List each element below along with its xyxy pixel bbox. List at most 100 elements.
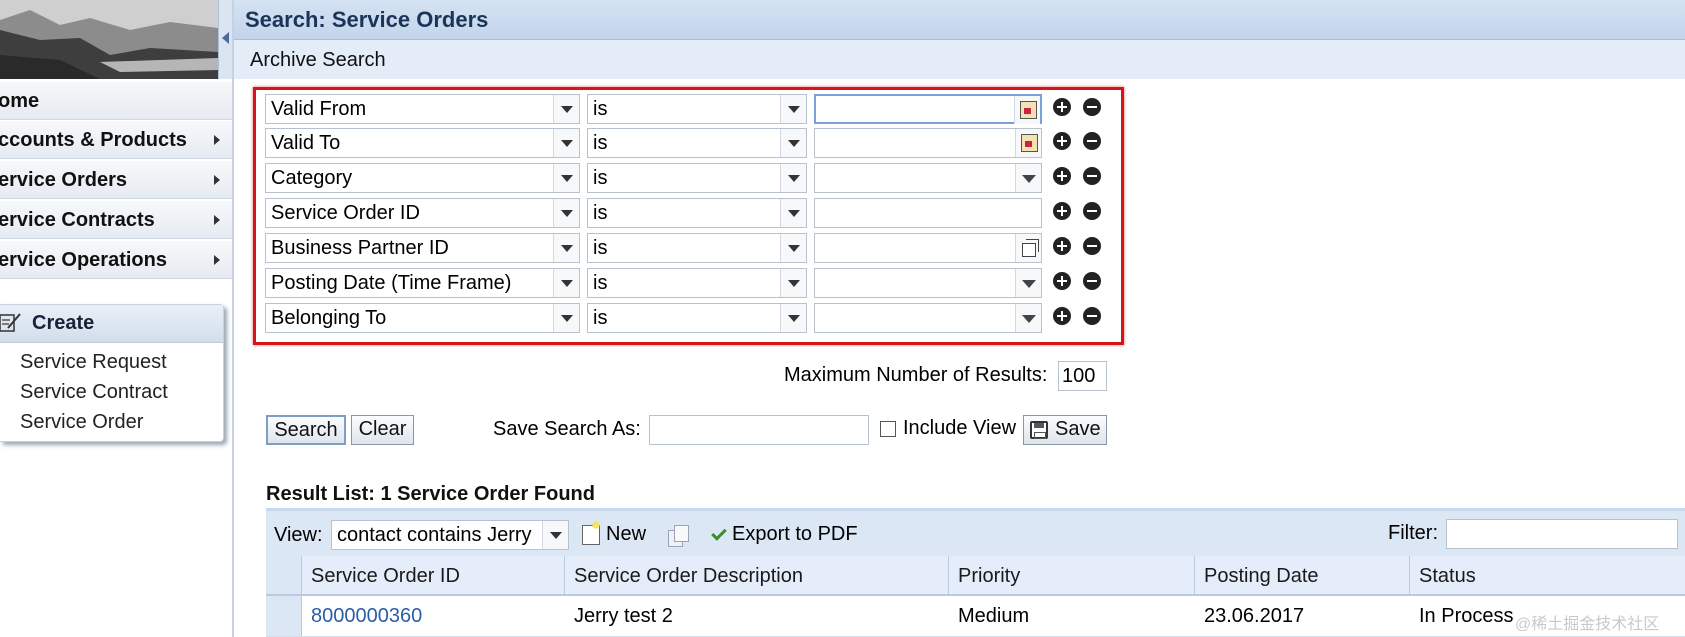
- criteria-operator-dropdown[interactable]: is: [587, 94, 807, 124]
- add-row-icon[interactable]: [1053, 202, 1071, 220]
- create-service-contract-link[interactable]: Service Contract: [0, 377, 223, 407]
- criteria-field-dropdown[interactable]: Belonging To: [265, 303, 580, 333]
- criteria-operator-dropdown[interactable]: is: [587, 303, 807, 333]
- export-to-pdf-button[interactable]: Export to PDF: [710, 523, 858, 546]
- remove-row-icon[interactable]: [1083, 237, 1101, 255]
- chevron-down-icon[interactable]: [553, 304, 579, 332]
- remove-row-icon[interactable]: [1083, 272, 1101, 290]
- add-row-icon[interactable]: [1053, 98, 1071, 116]
- collapse-arrow-icon: [222, 32, 229, 44]
- criteria-operator-dropdown[interactable]: is: [587, 233, 807, 263]
- view-dropdown[interactable]: contact contains Jerry: [331, 520, 569, 550]
- create-service-order-link[interactable]: Service Order: [0, 407, 223, 437]
- criteria-value-input[interactable]: [814, 233, 1042, 263]
- nav-item-service-orders[interactable]: ervice Orders: [0, 161, 232, 199]
- criteria-field-dropdown[interactable]: Valid From: [265, 94, 580, 124]
- remove-row-icon[interactable]: [1083, 202, 1101, 220]
- description-cell: Jerry test 2: [574, 605, 673, 627]
- value-help-icon[interactable]: [1015, 234, 1041, 262]
- criteria-operator-dropdown[interactable]: is: [587, 163, 807, 193]
- criteria-value-dropdown[interactable]: [814, 268, 1042, 298]
- criteria-value-dropdown[interactable]: [814, 303, 1042, 333]
- chevron-down-icon[interactable]: [553, 199, 579, 227]
- criteria-operator-dropdown[interactable]: is: [587, 198, 807, 228]
- nav-item-service-contracts[interactable]: ervice Contracts: [0, 201, 232, 239]
- add-row-icon[interactable]: [1053, 167, 1071, 185]
- chevron-down-icon[interactable]: [780, 95, 806, 123]
- chevron-down-icon[interactable]: [553, 95, 579, 123]
- select-all-column[interactable]: [266, 556, 302, 594]
- chevron-down-icon[interactable]: [542, 521, 568, 549]
- new-button[interactable]: New: [582, 520, 647, 546]
- chevron-down-icon[interactable]: [780, 199, 806, 227]
- column-header-priority[interactable]: Priority: [949, 556, 1195, 594]
- max-results-label: Maximum Number of Results:: [784, 364, 1048, 386]
- column-header-description[interactable]: Service Order Description: [565, 556, 949, 594]
- create-service-request-link[interactable]: Service Request: [0, 347, 223, 377]
- row-selector[interactable]: [266, 596, 302, 636]
- criteria-value-input[interactable]: [814, 198, 1042, 228]
- include-view-checkbox[interactable]: [880, 421, 896, 437]
- criteria-operator-value: is: [593, 237, 608, 259]
- criteria-operator-dropdown[interactable]: is: [587, 128, 807, 158]
- column-header-posting-date[interactable]: Posting Date: [1195, 556, 1410, 594]
- checkmark-icon: [711, 525, 727, 541]
- table-row: 8000000360 Jerry test 2 Medium 23.06.201…: [266, 596, 1685, 637]
- collapse-nav-handle[interactable]: [218, 0, 232, 79]
- view-label: View:: [274, 524, 323, 546]
- chevron-down-icon[interactable]: [780, 269, 806, 297]
- chevron-down-icon[interactable]: [553, 269, 579, 297]
- chevron-down-icon[interactable]: [780, 129, 806, 157]
- nav-item-service-operations[interactable]: ervice Operations: [0, 241, 232, 279]
- add-row-icon[interactable]: [1053, 272, 1071, 290]
- criteria-operator-dropdown[interactable]: is: [587, 268, 807, 298]
- criteria-field-dropdown[interactable]: Service Order ID: [265, 198, 580, 228]
- save-search-input[interactable]: [649, 415, 869, 445]
- chevron-down-icon[interactable]: [553, 164, 579, 192]
- calendar-icon[interactable]: [1015, 129, 1041, 157]
- result-toolbar: View: contact contains Jerry New Export …: [266, 508, 1685, 556]
- filter-input[interactable]: [1446, 519, 1678, 549]
- calendar-icon[interactable]: [1014, 96, 1040, 124]
- chevron-down-icon[interactable]: [553, 129, 579, 157]
- create-panel: Create Service Request Service Contract …: [0, 304, 224, 442]
- nav-item-accounts-products[interactable]: ccounts & Products: [0, 121, 232, 159]
- chevron-down-icon[interactable]: [780, 304, 806, 332]
- criteria-value-dropdown[interactable]: [814, 163, 1042, 193]
- save-button[interactable]: Save: [1023, 415, 1107, 445]
- column-header-status[interactable]: Status: [1410, 556, 1685, 594]
- criteria-field-dropdown[interactable]: Valid To: [265, 128, 580, 158]
- criteria-value-input[interactable]: [814, 128, 1042, 158]
- chevron-down-icon[interactable]: [780, 234, 806, 262]
- subtitle-bar: Archive Search: [234, 40, 1685, 79]
- copy-icon[interactable]: [668, 525, 689, 547]
- criteria-field-value: Service Order ID: [271, 202, 420, 224]
- criteria-field-dropdown[interactable]: Business Partner ID: [265, 233, 580, 263]
- criteria-field-value: Belonging To: [271, 307, 387, 329]
- criteria-field-dropdown[interactable]: Category: [265, 163, 580, 193]
- max-results-input[interactable]: 100: [1058, 361, 1107, 391]
- service-order-id-link[interactable]: 8000000360: [311, 605, 422, 627]
- criteria-field-dropdown[interactable]: Posting Date (Time Frame): [265, 268, 580, 298]
- watermark-text: @稀土掘金技术社区: [1515, 616, 1660, 633]
- remove-row-icon[interactable]: [1083, 132, 1101, 150]
- chevron-down-icon[interactable]: [553, 234, 579, 262]
- column-header-service-order-id[interactable]: Service Order ID: [302, 556, 565, 594]
- criteria-value-input[interactable]: [814, 94, 1042, 124]
- search-button[interactable]: Search: [266, 415, 346, 445]
- chevron-down-icon[interactable]: [1015, 269, 1041, 297]
- nav-item-home[interactable]: ome: [0, 82, 232, 120]
- posting-date-cell: 23.06.2017: [1204, 605, 1305, 627]
- add-row-icon[interactable]: [1053, 237, 1071, 255]
- chevron-down-icon[interactable]: [1015, 164, 1041, 192]
- remove-row-icon[interactable]: [1083, 167, 1101, 185]
- new-button-label: New: [606, 523, 647, 545]
- clear-button[interactable]: Clear: [351, 415, 414, 445]
- add-row-icon[interactable]: [1053, 307, 1071, 325]
- remove-row-icon[interactable]: [1083, 307, 1101, 325]
- chevron-down-icon[interactable]: [1015, 304, 1041, 332]
- chevron-down-icon[interactable]: [780, 164, 806, 192]
- add-row-icon[interactable]: [1053, 132, 1071, 150]
- criteria-field-value: Valid To: [271, 132, 341, 154]
- remove-row-icon[interactable]: [1083, 98, 1101, 116]
